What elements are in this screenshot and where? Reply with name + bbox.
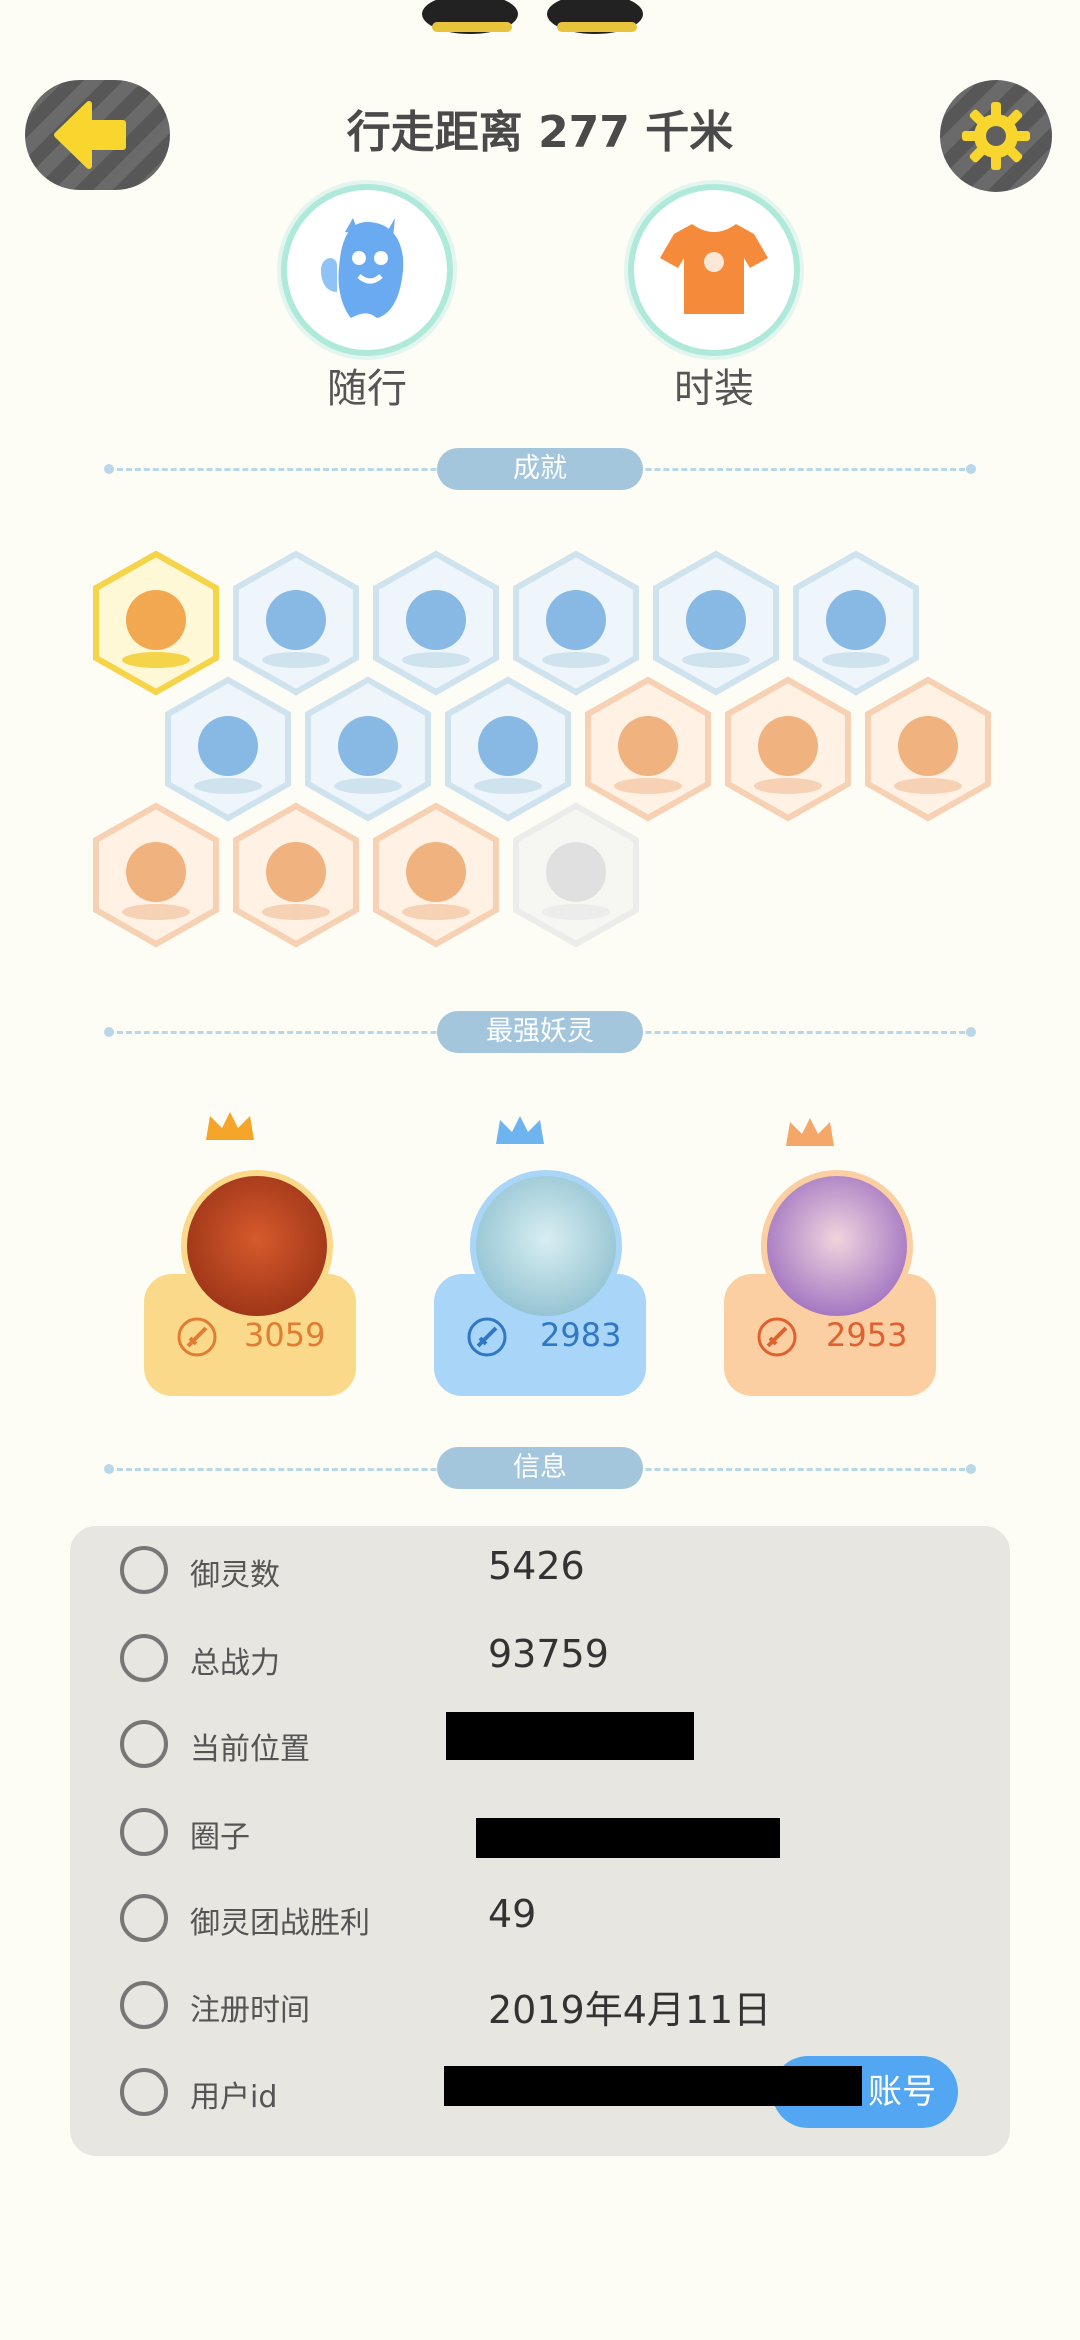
info-value: 93759	[488, 1632, 609, 1676]
crown-icon	[786, 1118, 834, 1146]
info-label: 圈子	[190, 1820, 250, 1855]
settings-button[interactable]	[940, 80, 1052, 192]
combat-power-icon	[120, 1634, 168, 1682]
spirit-avatar[interactable]	[761, 1170, 913, 1322]
divider-dot	[104, 464, 114, 474]
sword-icon	[177, 1317, 217, 1357]
info-label: 御灵数	[190, 1558, 280, 1593]
redacted-circle	[476, 1818, 780, 1858]
cat-pair-badge-icon	[233, 802, 359, 948]
info-label: 用户id	[190, 2080, 278, 2115]
companion-label: 随行	[327, 366, 407, 412]
info-label: 总战力	[190, 1646, 280, 1681]
info-value: 2019年4月11日	[488, 1988, 772, 2032]
achievement-badge[interactable]	[228, 800, 364, 950]
fashion-button[interactable]	[634, 190, 794, 350]
redacted-location	[446, 1712, 694, 1760]
page-title: 行走距离 277 千米	[346, 107, 734, 158]
achievement-badge[interactable]	[368, 800, 504, 950]
tshirt-icon	[660, 224, 768, 314]
sword-icon	[467, 1317, 507, 1357]
team-battle-icon	[120, 1894, 168, 1942]
redacted-user-id	[444, 2066, 862, 2106]
section-title-info: 信息	[437, 1447, 643, 1489]
crown-icon	[496, 1116, 544, 1144]
info-label: 注册时间	[190, 1993, 310, 2028]
divider-dot	[104, 1464, 114, 1474]
divider-dot	[966, 1027, 976, 1037]
spirit-count-icon	[120, 1546, 168, 1594]
fashion-label: 时装	[674, 366, 754, 412]
divider-dot	[966, 1464, 976, 1474]
gear-icon	[962, 102, 1030, 170]
achievement-badge[interactable]	[88, 800, 224, 950]
companion-button[interactable]	[287, 190, 447, 350]
ghost-pet-icon	[321, 218, 404, 318]
achievement-badge[interactable]	[720, 674, 856, 824]
circle-group-icon	[120, 1808, 168, 1856]
info-value: 49	[488, 1892, 537, 1936]
info-label: 当前位置	[190, 1732, 310, 1767]
divider-dot	[104, 1027, 114, 1037]
locked-badge-icon	[513, 802, 639, 948]
info-label: 御灵团战胜利	[190, 1906, 370, 1941]
open-book-badge-icon	[373, 802, 499, 948]
location-pin-icon	[120, 1720, 168, 1768]
info-value: 5426	[488, 1544, 585, 1588]
cart-cat-badge-icon	[725, 676, 851, 822]
cat-balloon-badge-icon	[865, 676, 991, 822]
section-title-strongest: 最强妖灵	[437, 1011, 643, 1053]
divider-dot	[966, 464, 976, 474]
spirit-avatar[interactable]	[181, 1170, 333, 1322]
achievement-badge[interactable]	[508, 800, 644, 950]
spirit-avatar[interactable]	[470, 1170, 622, 1322]
crown-icon	[206, 1112, 254, 1140]
character-feet	[422, 0, 643, 34]
section-title-achievements: 成就	[437, 448, 643, 490]
user-id-icon	[120, 2068, 168, 2116]
achievement-badge[interactable]	[860, 674, 996, 824]
cat-statue-badge-icon	[93, 802, 219, 948]
sword-icon	[757, 1317, 797, 1357]
clock-icon	[120, 1981, 168, 2029]
